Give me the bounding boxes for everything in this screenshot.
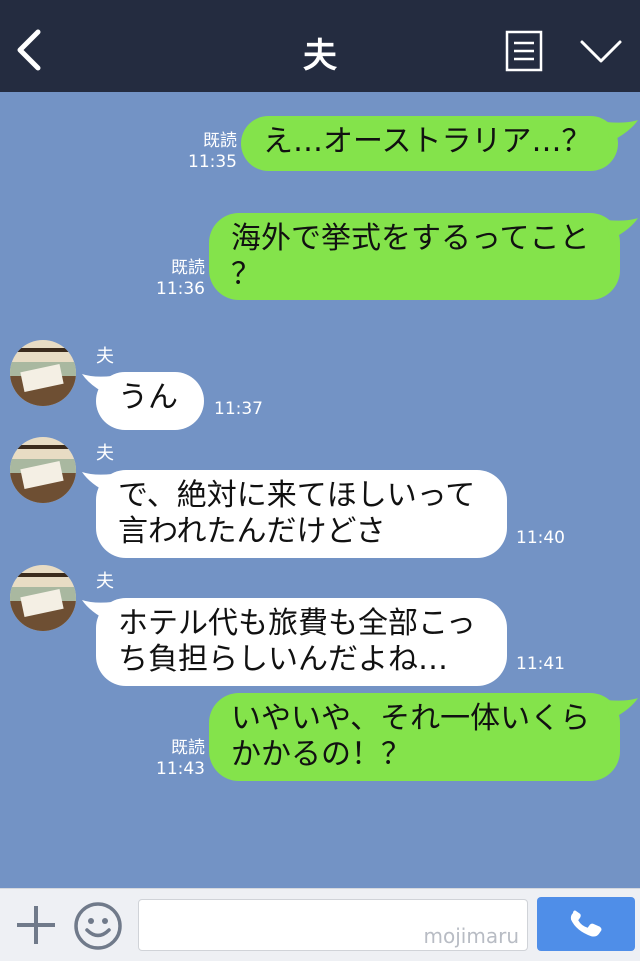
chevron-down-icon[interactable] <box>578 36 624 66</box>
bubble-tail <box>606 120 638 142</box>
message-time: 11:43 <box>156 759 205 779</box>
message-bubble[interactable]: で、絶対に来てほしいって 言われたんだけどさ <box>96 470 507 558</box>
avatar-image <box>10 565 76 631</box>
message-time: 11:40 <box>516 528 565 548</box>
message-bubble[interactable]: いやいや、それ一体いくら かかるの！？ <box>209 693 620 781</box>
message-input-bar: mojimaru <box>0 888 640 961</box>
message-time: 11:37 <box>214 399 263 419</box>
call-button[interactable] <box>537 897 635 951</box>
message-bubble[interactable]: え…オーストラリア…？ <box>241 116 618 171</box>
sender-name: 夫 <box>96 571 114 592</box>
message-time: 11:35 <box>188 152 237 172</box>
chat-header: 夫 <box>0 0 640 92</box>
sender-name: 夫 <box>96 443 114 464</box>
avatar[interactable] <box>10 340 76 406</box>
smiley-icon[interactable] <box>73 901 123 951</box>
read-status: 既読 11:36 <box>150 258 205 300</box>
read-status: 既読 11:35 <box>182 131 237 173</box>
message-time: 11:36 <box>156 279 205 299</box>
bubble-tail <box>606 218 638 240</box>
document-list-icon[interactable] <box>505 30 543 72</box>
message-time: 11:41 <box>516 654 565 674</box>
message-bubble[interactable]: ホテル代も旅費も全部こっ ち負担らしいんだよね… <box>96 598 507 686</box>
avatar[interactable] <box>10 565 76 631</box>
read-status: 既読 11:43 <box>150 738 205 780</box>
avatar-image <box>10 437 76 503</box>
message-input[interactable]: mojimaru <box>138 899 528 951</box>
message-bubble[interactable]: うん <box>96 372 204 430</box>
watermark-text: mojimaru <box>423 924 519 948</box>
sender-name: 夫 <box>96 346 114 367</box>
phone-icon <box>570 910 602 937</box>
message-bubble[interactable]: 海外で挙式をするってこと ？ <box>209 213 620 300</box>
plus-icon[interactable] <box>14 903 58 947</box>
avatar[interactable] <box>10 437 76 503</box>
chat-title: 夫 <box>303 36 337 76</box>
bubble-tail <box>606 698 638 720</box>
avatar-image <box>10 340 76 406</box>
